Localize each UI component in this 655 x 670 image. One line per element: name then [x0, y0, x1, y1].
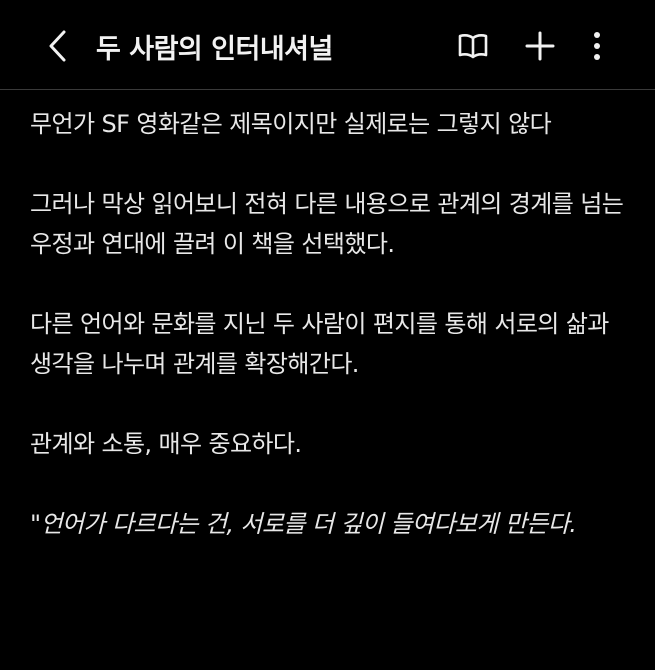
back-button[interactable]	[36, 24, 80, 68]
reading-mode-button[interactable]	[451, 24, 495, 68]
more-vertical-icon	[594, 32, 600, 60]
note-paragraph: 무언가 SF 영화같은 제목이지만 실제로는 그렇지 않다	[30, 110, 552, 138]
chevron-left-icon	[49, 30, 66, 62]
plus-icon	[525, 31, 555, 61]
more-options-button[interactable]	[575, 24, 619, 68]
note-paragraph: 그러나 막상 읽어보니 전혀 다른 내용으로 관계의 경계를 넘는 우정과 연대…	[30, 190, 624, 258]
top-app-bar: 두 사람의 인터내셔널	[0, 0, 655, 90]
quote-paragraph: "언어가 다르다는 건, 서로를 더 깊이 들여다보게 만든다.	[30, 510, 577, 538]
note-paragraph: 관계와 소통, 매우 중요하다.	[30, 430, 302, 458]
page-title: 두 사람의 인터내셔널	[96, 34, 333, 65]
note-paragraph: 다른 언어와 문화를 지닌 두 사람이 편지를 통해 서로의 삶과 생각을 나누…	[30, 310, 609, 378]
open-book-icon	[458, 34, 488, 59]
note-body[interactable]: 무언가 SF 영화같은 제목이지만 실제로는 그렇지 않다 그러나 막상 읽어보…	[30, 104, 630, 584]
add-button[interactable]	[518, 24, 562, 68]
